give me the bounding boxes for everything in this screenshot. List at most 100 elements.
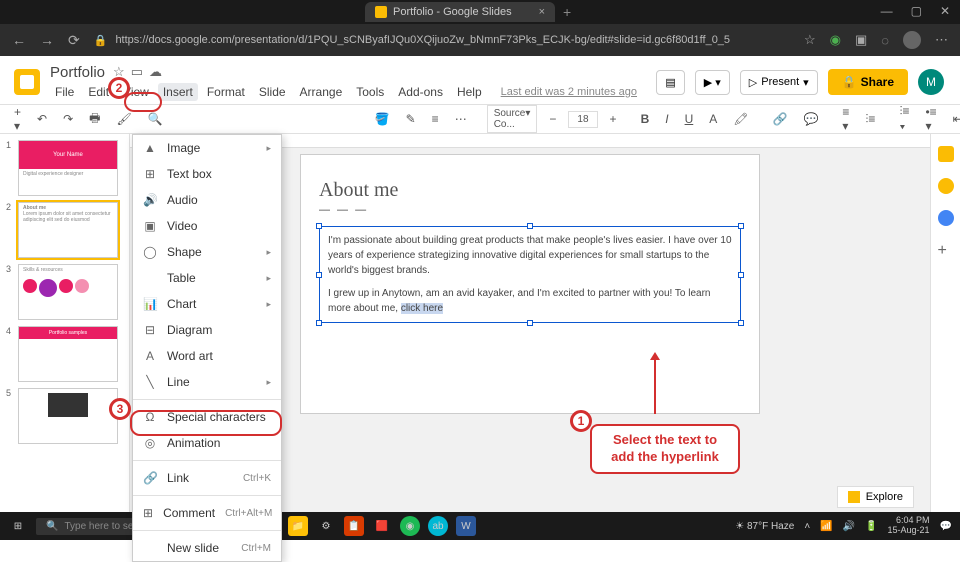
favorite-icon[interactable]: ☆	[804, 32, 816, 48]
comments-button[interactable]: ▤	[656, 70, 684, 95]
menu-file[interactable]: File	[50, 83, 79, 101]
insert-shape[interactable]: ◯Shape▸	[133, 239, 281, 265]
calendar-icon[interactable]	[938, 146, 954, 162]
app-icon-2[interactable]: 🟥	[372, 516, 392, 536]
align-icon[interactable]: ≡ ▾	[838, 102, 853, 136]
explorer-icon[interactable]: 📁	[288, 516, 308, 536]
line-spacing-icon[interactable]: ⫶≡	[861, 109, 879, 130]
app-icon-3[interactable]: ab	[428, 516, 448, 536]
thumbnail-4[interactable]: Portfolio samples	[18, 326, 118, 382]
resize-handle[interactable]	[527, 320, 533, 326]
paint-format-icon[interactable]: 🖌	[112, 109, 135, 129]
ext1-icon[interactable]: ◉	[830, 32, 841, 48]
menu-help[interactable]: Help	[452, 83, 487, 101]
insert-image[interactable]: ▲Image▸	[133, 135, 281, 161]
start-icon[interactable]: ⊞	[8, 516, 28, 536]
link-icon[interactable]: 🔗	[769, 109, 792, 129]
bold-icon[interactable]: B	[637, 109, 654, 129]
volume-icon[interactable]: 🔊	[843, 521, 855, 532]
resize-handle[interactable]	[738, 272, 744, 278]
insert-wordart[interactable]: AWord art	[133, 343, 281, 369]
highlight-icon[interactable]: 🖍	[729, 109, 752, 129]
body-paragraph-2[interactable]: I grew up in Anytown, am an avid kayaker…	[328, 286, 732, 316]
numbered-list-icon[interactable]: ⫶≡ ▾	[895, 101, 913, 137]
more-icon[interactable]: ⋯	[935, 32, 948, 48]
insert-link[interactable]: 🔗LinkCtrl+K	[133, 465, 281, 491]
thumbnail-5[interactable]	[18, 388, 118, 444]
ext3-icon[interactable]: ◌	[881, 33, 889, 48]
zoom-icon[interactable]: 🔍	[144, 109, 167, 129]
move-icon[interactable]: ▭	[131, 64, 143, 80]
profile-icon[interactable]	[903, 31, 921, 49]
present-button[interactable]: ▷ Present ▾	[740, 70, 818, 95]
undo-icon[interactable]: ↶	[33, 109, 51, 129]
wifi-icon[interactable]: 📶	[820, 521, 832, 532]
spotify-icon[interactable]: ◉	[400, 516, 420, 536]
redo-icon[interactable]: ↷	[59, 109, 77, 129]
ext2-icon[interactable]: ▣	[855, 32, 867, 48]
decrease-indent-icon[interactable]: ⇤	[949, 109, 960, 129]
insert-line[interactable]: ╲Line▸	[133, 369, 281, 395]
insert-chart[interactable]: 📊Chart▸	[133, 291, 281, 317]
border-dash-icon[interactable]: ⋯	[451, 109, 471, 129]
new-tab-button[interactable]: +	[563, 4, 571, 20]
font-selector[interactable]: Source Co...▾	[487, 105, 538, 133]
new-slide-button[interactable]: + ▾	[10, 102, 25, 136]
settings-icon[interactable]: ⚙	[316, 516, 336, 536]
body-paragraph-1[interactable]: I'm passionate about building great prod…	[328, 233, 732, 278]
resize-handle[interactable]	[316, 223, 322, 229]
resize-handle[interactable]	[316, 320, 322, 326]
resize-handle[interactable]	[738, 320, 744, 326]
insert-video[interactable]: ▣Video	[133, 213, 281, 239]
maximize-icon[interactable]: ▢	[911, 4, 922, 18]
thumbnail-2[interactable]: About meLorem ipsum dolor sit amet conse…	[18, 202, 118, 258]
forward-icon[interactable]: →	[40, 32, 54, 48]
text-color-icon[interactable]: A	[705, 109, 721, 129]
insert-table[interactable]: Table▸	[133, 265, 281, 291]
insert-audio[interactable]: 🔊Audio	[133, 187, 281, 213]
explore-button[interactable]: Explore	[837, 486, 914, 508]
tasks-icon[interactable]	[938, 210, 954, 226]
thumbnail-1[interactable]: Your Name Digital experience designer	[18, 140, 118, 196]
document-title[interactable]: Portfolio	[50, 64, 105, 81]
tray-chevron-icon[interactable]: ˄	[804, 521, 810, 532]
cloud-icon[interactable]: ☁	[149, 64, 162, 80]
bulleted-list-icon[interactable]: •≡ ▾	[921, 102, 940, 136]
notifications-icon[interactable]: 💬	[940, 521, 952, 532]
resize-handle[interactable]	[527, 223, 533, 229]
battery-icon[interactable]: 🔋	[865, 521, 877, 532]
url-field[interactable]: 🔒 https://docs.google.com/presentation/d…	[94, 34, 790, 47]
print-icon[interactable]: 🖶	[85, 106, 104, 133]
keep-icon[interactable]	[938, 178, 954, 194]
word-icon[interactable]: W	[456, 516, 476, 536]
add-panel-icon[interactable]: +	[938, 242, 954, 258]
border-color-icon[interactable]: ✎	[402, 109, 420, 129]
close-window-icon[interactable]: ✕	[940, 4, 950, 18]
menu-addons[interactable]: Add-ons	[393, 83, 448, 101]
menu-format[interactable]: Format	[202, 83, 250, 101]
italic-icon[interactable]: I	[661, 109, 672, 129]
resize-handle[interactable]	[316, 272, 322, 278]
back-icon[interactable]: ←	[12, 32, 26, 48]
resize-handle[interactable]	[738, 223, 744, 229]
share-button[interactable]: 🔒 Share	[828, 69, 908, 95]
selected-text-box[interactable]: I'm passionate about building great prod…	[319, 226, 741, 323]
close-tab-icon[interactable]: ×	[539, 6, 545, 18]
menu-tools[interactable]: Tools	[351, 83, 389, 101]
decrease-size-icon[interactable]: −	[545, 109, 560, 129]
office-icon[interactable]: 📋	[344, 516, 364, 536]
last-edit-link[interactable]: Last edit was 2 minutes ago	[501, 86, 637, 98]
border-weight-icon[interactable]: ≡	[428, 109, 443, 129]
comment-icon[interactable]: 💬	[799, 109, 822, 129]
slideshow-dropdown[interactable]: ▶ ▾	[695, 70, 730, 95]
selected-text[interactable]: click here	[401, 303, 443, 314]
slide-editor[interactable]: About me — — — I'm passionate about buil…	[300, 154, 760, 414]
insert-diagram[interactable]: ⊟Diagram	[133, 317, 281, 343]
reload-icon[interactable]: ⟳	[68, 32, 80, 49]
fill-color-icon[interactable]: 🪣	[371, 109, 394, 129]
browser-tab[interactable]: Portfolio - Google Slides ×	[365, 2, 555, 22]
insert-comment[interactable]: ⊞CommentCtrl+Alt+M	[133, 500, 281, 526]
user-avatar[interactable]: M	[918, 69, 944, 95]
menu-slide[interactable]: Slide	[254, 83, 291, 101]
slide-title-text[interactable]: About me	[319, 179, 741, 202]
